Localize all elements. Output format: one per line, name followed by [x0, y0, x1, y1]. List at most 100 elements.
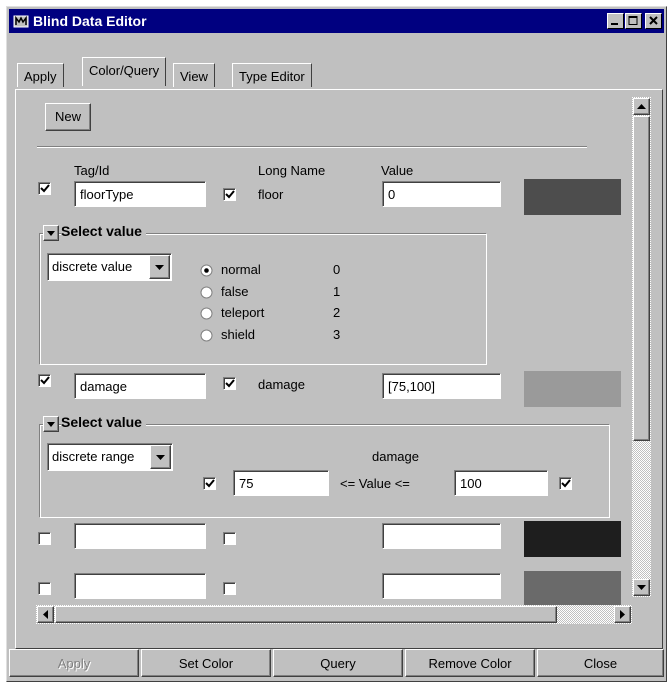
arrow-right-icon	[620, 610, 625, 619]
max-enable-checkbox[interactable]	[559, 477, 572, 490]
chevron-down-icon	[47, 231, 55, 236]
tab-apply[interactable]: Apply	[17, 63, 64, 87]
remove-color-button-label: Remove Color	[428, 656, 512, 671]
row2-value-text: [75,100]	[388, 379, 435, 394]
arrow-down-icon	[637, 585, 646, 590]
set-color-button[interactable]: Set Color	[141, 649, 271, 677]
row1-value-text: 0	[388, 187, 396, 202]
row2-tag-field[interactable]: damage	[74, 373, 206, 399]
title-bar[interactable]: Blind Data Editor	[9, 9, 664, 33]
arrow-up-icon	[637, 104, 646, 109]
query-button-label: Query	[320, 656, 356, 671]
row4-longname-checkbox[interactable]	[223, 582, 236, 595]
collapse-button-2[interactable]	[43, 416, 59, 432]
collapse-button-1[interactable]	[43, 225, 59, 241]
row3-longname-checkbox[interactable]	[223, 532, 236, 545]
range-min-value: 75	[239, 476, 254, 491]
radio-shield[interactable]	[200, 329, 213, 342]
tab-color-query[interactable]: Color/Query	[82, 57, 167, 86]
radio-normal[interactable]	[200, 264, 213, 277]
chevron-down-icon	[47, 422, 55, 427]
blind-data-editor-window: Blind Data Editor Apply Color/Query View…	[6, 6, 667, 682]
row3-value-field[interactable]	[382, 523, 501, 549]
dropdown-button[interactable]	[149, 255, 170, 279]
maximize-icon	[628, 16, 638, 25]
row2-enable-checkbox[interactable]	[38, 374, 51, 387]
row3-enable-checkbox[interactable]	[38, 532, 51, 545]
tab-view[interactable]: View	[173, 63, 215, 87]
mode-dropdown-2-value: discrete range	[52, 449, 135, 464]
chevron-down-icon	[155, 265, 164, 270]
row1-longname-checkbox[interactable]	[223, 188, 236, 201]
range-relation: <= Value <=	[340, 476, 410, 491]
check-icon	[205, 479, 215, 488]
radio-false[interactable]	[200, 286, 213, 299]
row1-tag-field[interactable]: floorType	[74, 181, 206, 207]
option-normal-value: 0	[333, 262, 341, 277]
check-icon	[225, 379, 235, 388]
apply-button[interactable]: Apply	[9, 649, 139, 677]
radio-teleport[interactable]	[200, 307, 213, 320]
row2-longname-checkbox[interactable]	[223, 377, 236, 390]
row3-tag-field[interactable]	[74, 523, 206, 549]
option-shield-label: shield	[221, 327, 255, 342]
header-long-name: Long Name	[258, 163, 326, 178]
select-value-title-1: Select value	[61, 223, 146, 239]
scroll-left-button[interactable]	[37, 606, 54, 623]
header-value: Value	[381, 163, 414, 178]
close-dialog-button-label: Close	[583, 656, 618, 671]
tab-type-editor[interactable]: Type Editor	[232, 63, 312, 87]
close-button[interactable]	[645, 13, 662, 29]
row4-tag-field[interactable]	[74, 573, 206, 599]
option-false-label: false	[221, 284, 249, 299]
new-button[interactable]: New	[45, 103, 91, 131]
row4-color-swatch[interactable]	[524, 571, 621, 607]
minimize-button[interactable]	[607, 13, 624, 29]
row2-value-field[interactable]: [75,100]	[382, 373, 501, 399]
chevron-down-icon	[156, 455, 165, 460]
scroll-down-button[interactable]	[633, 579, 650, 596]
check-icon	[561, 479, 571, 488]
horizontal-scroll-thumb[interactable]	[55, 606, 557, 623]
row2-long-name: damage	[258, 377, 305, 392]
row4-value-field[interactable]	[382, 573, 501, 599]
check-icon	[225, 190, 235, 199]
row1-color-swatch[interactable]	[524, 179, 621, 215]
scrollbar-corner	[632, 605, 651, 624]
row1-enable-checkbox[interactable]	[38, 182, 51, 195]
range-caption: damage	[372, 449, 419, 464]
scroll-right-button[interactable]	[614, 606, 631, 623]
mode-dropdown-1-value: discrete value	[52, 259, 133, 274]
tab-apply-label: Apply	[24, 69, 57, 84]
mode-dropdown-1[interactable]: discrete value	[47, 253, 172, 281]
color-query-panel	[15, 89, 663, 649]
row1-value-field[interactable]: 0	[382, 181, 501, 207]
header-tag-id: Tag/Id	[74, 163, 110, 178]
scroll-up-button[interactable]	[633, 98, 650, 115]
apply-button-label: Apply	[57, 656, 91, 671]
close-dialog-button[interactable]: Close	[537, 649, 664, 677]
dropdown-button[interactable]	[150, 445, 171, 469]
check-icon	[40, 376, 50, 385]
range-max-value: 100	[460, 476, 482, 491]
window-title: Blind Data Editor	[33, 13, 147, 29]
row3-color-swatch[interactable]	[524, 521, 621, 557]
close-icon	[649, 16, 658, 25]
vertical-scroll-thumb[interactable]	[633, 116, 650, 441]
maximize-button[interactable]	[625, 13, 642, 29]
min-enable-checkbox[interactable]	[203, 477, 216, 490]
row4-enable-checkbox[interactable]	[38, 582, 51, 595]
row2-tag-value: damage	[80, 379, 127, 394]
arrow-left-icon	[43, 610, 48, 619]
option-teleport-label: teleport	[221, 305, 265, 320]
query-button[interactable]: Query	[273, 649, 403, 677]
row2-color-swatch[interactable]	[524, 371, 621, 407]
app-icon	[13, 15, 29, 28]
mode-dropdown-2[interactable]: discrete range	[47, 443, 173, 471]
range-max-field[interactable]: 100	[454, 470, 548, 496]
row1-tag-value: floorType	[80, 187, 134, 202]
remove-color-button[interactable]: Remove Color	[405, 649, 535, 677]
separator	[37, 146, 587, 148]
range-min-field[interactable]: 75	[233, 470, 329, 496]
check-icon	[40, 184, 50, 193]
